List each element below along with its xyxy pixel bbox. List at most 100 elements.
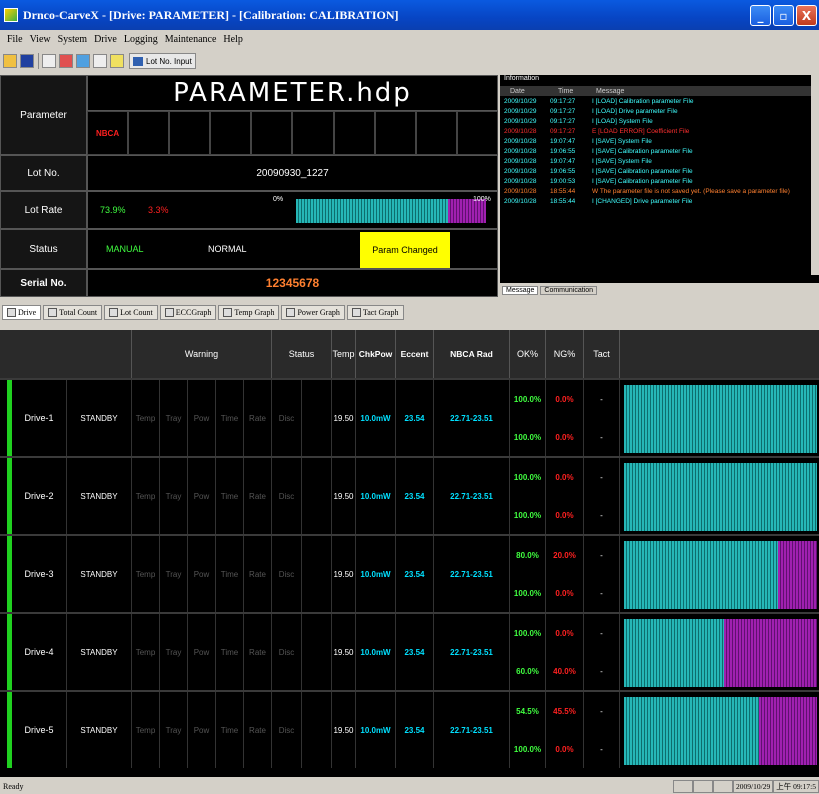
- param-changed-indicator: Param Changed: [360, 232, 450, 268]
- tab-lot-count[interactable]: Lot Count: [104, 304, 158, 320]
- status-spacer: [302, 458, 332, 534]
- log-list[interactable]: 2009/10/29 09:17:27 I [LOAD] Calibration p…: [500, 96, 819, 206]
- info-tabs: Message Communication: [500, 283, 819, 297]
- menu-system[interactable]: System: [58, 34, 87, 45]
- log-row[interactable]: 2009/10/28 09:17:27 E [LOAD ERROR] Coeffic…: [500, 126, 819, 136]
- parameter-panel: Parameter PARAMETER.hdp NBCA Lot No. 200…: [0, 75, 498, 297]
- drive-name: Drive-3: [12, 536, 67, 612]
- drive-ng-1: 0.0%: [546, 458, 584, 496]
- param-cell: [415, 111, 457, 155]
- menu-maintenance[interactable]: Maintenance: [165, 34, 217, 45]
- log-row[interactable]: 2009/10/28 19:00:53 I [SAVE] Calibration p…: [500, 176, 819, 186]
- warning-rate: Rate: [244, 614, 272, 690]
- drive-ok-2: 60.0%: [510, 652, 546, 690]
- tab-tact-graph[interactable]: Tact Graph: [346, 304, 404, 320]
- tab-power-graph[interactable]: Power Graph: [281, 304, 345, 320]
- warning-pow: Pow: [188, 692, 216, 768]
- warning-rate: Rate: [244, 380, 272, 456]
- power-graph-icon: [286, 307, 296, 317]
- drive-tact-1: -: [584, 380, 620, 418]
- drive-rate-graph: [624, 541, 817, 609]
- log-row[interactable]: 2009/10/29 09:17:27 I [LOAD] Drive paramet…: [500, 106, 819, 116]
- param-cell: NBCA: [87, 111, 129, 155]
- log-row[interactable]: 2009/10/28 19:07:47 I [SAVE] System File: [500, 156, 819, 166]
- drive-ng-2: 40.0%: [546, 652, 584, 690]
- chart-icon[interactable]: [76, 54, 90, 68]
- menu-drive[interactable]: Drive: [94, 34, 117, 45]
- drive-ng-1: 20.0%: [546, 536, 584, 574]
- open-icon[interactable]: [3, 54, 17, 68]
- menu-help[interactable]: Help: [223, 34, 242, 45]
- ecc-graph-icon: [164, 307, 174, 317]
- status-disc: Disc: [272, 380, 302, 456]
- drive-tact-1: -: [584, 536, 620, 574]
- log-date: 2009/10/28: [504, 187, 537, 195]
- tab-total-count[interactable]: Total Count: [43, 304, 103, 320]
- log-time: 18:55:44: [550, 187, 576, 195]
- status-spacer: [302, 692, 332, 768]
- status-spacer: [302, 536, 332, 612]
- drive-ng-2: 0.0%: [546, 496, 584, 534]
- title-bar: Drnco-CarveX - [Drive: PARAMETER] - [Cal…: [0, 0, 819, 30]
- log-date: 2009/10/29: [504, 117, 537, 125]
- lot-input-button[interactable]: Lot No. Input: [129, 53, 196, 69]
- log-row[interactable]: 2009/10/28 18:55:44 I [CHANGED] Drive para…: [500, 196, 819, 206]
- warning-tray: Tray: [160, 458, 188, 534]
- log-time: 19:00:53: [550, 177, 576, 185]
- drive-row[interactable]: Drive-4 STANDBY Temp Tray Pow Time Rate Disc 19.…: [0, 612, 819, 690]
- log-row[interactable]: 2009/10/28 19:07:47 I [SAVE] System File: [500, 136, 819, 146]
- lot-ng-rate: 3.3%: [148, 205, 169, 215]
- save-icon[interactable]: [20, 54, 34, 68]
- tab-drive[interactable]: Drive: [2, 304, 42, 320]
- tab-ecc-graph[interactable]: ECCGraph: [159, 304, 217, 320]
- drive-chkpow: 10.0mW: [356, 458, 396, 534]
- log-row[interactable]: 2009/10/28 19:06:55 I [SAVE] Calibration p…: [500, 146, 819, 156]
- drive-chkpow: 10.0mW: [356, 380, 396, 456]
- lot-rate-bar: [296, 199, 486, 223]
- drive-chkpow: 10.0mW: [356, 614, 396, 690]
- warning-time: Time: [216, 458, 244, 534]
- header-chkpow: ChkPow: [356, 330, 396, 378]
- tab-communication[interactable]: Communication: [540, 285, 598, 295]
- tab-temp-graph[interactable]: Temp Graph: [218, 304, 280, 320]
- info-scrollbar[interactable]: [811, 75, 819, 275]
- settings-icon[interactable]: [59, 54, 73, 68]
- warning-pow: Pow: [188, 614, 216, 690]
- log-row[interactable]: 2009/10/29 09:17:27 I [LOAD] System File: [500, 116, 819, 126]
- drive-ok-2: 100.0%: [510, 730, 546, 768]
- log-message: I [SAVE] System File: [592, 157, 652, 165]
- log-date: 2009/10/28: [504, 167, 537, 175]
- drive-row[interactable]: Drive-3 STANDBY Temp Tray Pow Time Rate Disc 19.…: [0, 534, 819, 612]
- status-disc: Disc: [272, 458, 302, 534]
- status-row: MANUAL NORMAL Param Changed: [87, 229, 498, 269]
- lot-rate-label: Lot Rate: [0, 191, 87, 229]
- tab-message[interactable]: Message: [502, 285, 539, 295]
- param-cell: [374, 111, 416, 155]
- log-row[interactable]: 2009/10/28 19:06:55 I [SAVE] Calibration p…: [500, 166, 819, 176]
- drive-state: STANDBY: [67, 458, 132, 534]
- status-date: 2009/10/29: [733, 780, 774, 793]
- header-blank: [0, 330, 132, 378]
- menu-view[interactable]: View: [30, 34, 51, 45]
- print-icon[interactable]: [42, 54, 56, 68]
- drive-row[interactable]: Drive-2 STANDBY Temp Tray Pow Time Rate Disc 19.…: [0, 456, 819, 534]
- drive-row[interactable]: Drive-5 STANDBY Temp Tray Pow Time Rate Disc 19.…: [0, 690, 819, 768]
- drive-ng-2: 0.0%: [546, 574, 584, 612]
- information-header: Date Time Message: [500, 86, 819, 96]
- close-button[interactable]: X: [796, 5, 817, 26]
- minimize-button[interactable]: _: [750, 5, 771, 26]
- menu-file[interactable]: File: [7, 34, 23, 45]
- log-time: 09:17:27: [550, 127, 576, 135]
- menu-logging[interactable]: Logging: [124, 34, 158, 45]
- drive-row[interactable]: Drive-1 STANDBY Temp Tray Pow Time Rate Disc 19.…: [0, 378, 819, 456]
- log-row[interactable]: 2009/10/29 09:17:27 I [LOAD] Calibration p…: [500, 96, 819, 106]
- maximize-button[interactable]: ▫: [773, 5, 794, 26]
- tact-graph-icon: [351, 307, 361, 317]
- drive-tact-1: -: [584, 692, 620, 730]
- log-row[interactable]: 2009/10/28 18:55:44 W The parameter file i…: [500, 186, 819, 196]
- drive-ok-2: 100.0%: [510, 574, 546, 612]
- help-icon[interactable]: [110, 54, 124, 68]
- log-message: I [SAVE] System File: [592, 137, 652, 145]
- document-icon[interactable]: [93, 54, 107, 68]
- param-cell: [456, 111, 498, 155]
